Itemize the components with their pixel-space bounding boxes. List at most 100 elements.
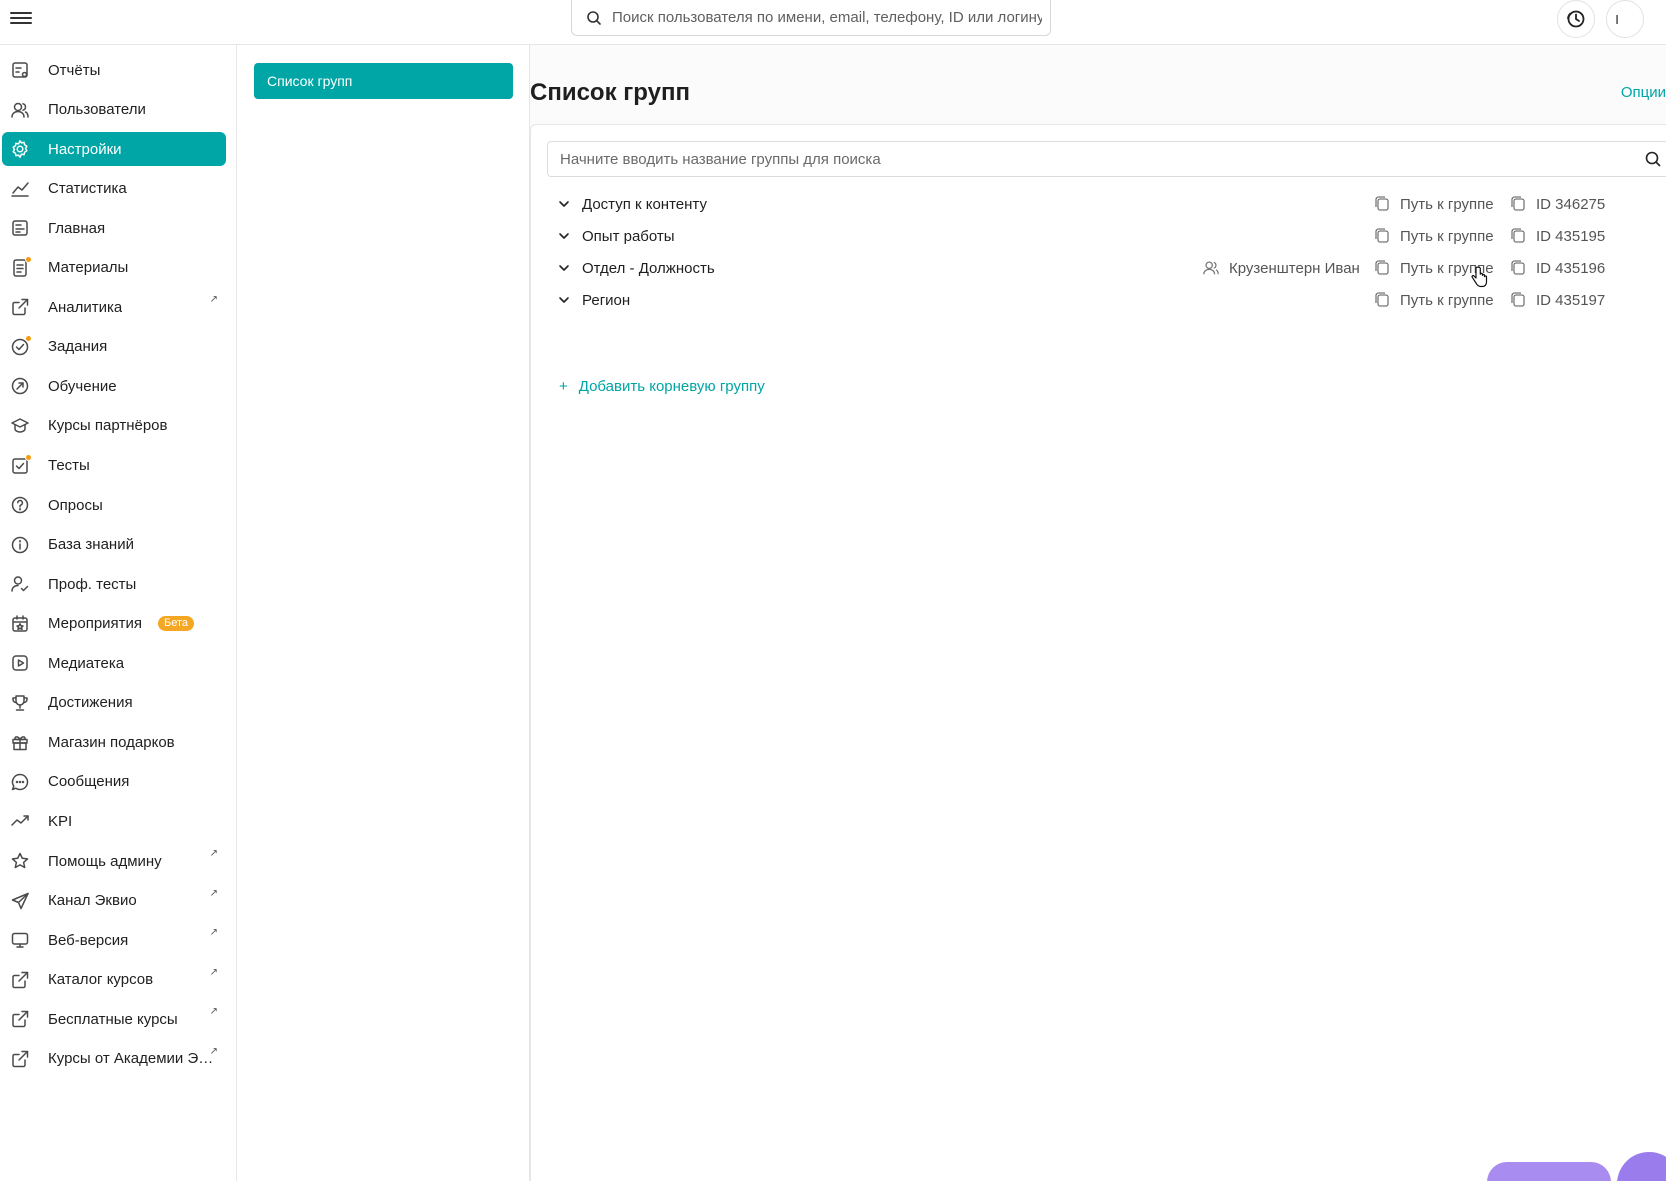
sidebar-item-label: Тесты [48,457,90,474]
sidebar-item-label: Настройки [48,140,122,158]
star-icon [9,850,31,872]
copy-group-path-button[interactable]: Путь к группе [1373,291,1494,309]
test-icon [9,453,32,477]
sidebar-item-1[interactable]: Отчёты [2,53,226,87]
copy-icon [1375,228,1389,243]
sidebar-item-label: Достижения [48,694,133,712]
sidebar-item-label: Проф. тесты [48,575,137,593]
copy-icon [1375,292,1389,307]
sidebar-item-15[interactable]: Мероприятия Бета [2,607,226,641]
copy-group-path-button[interactable]: Путь к группе [1373,195,1494,213]
external-link-icon: ↗ [209,848,218,859]
sidebar-item-label: Веб-версия [48,931,129,949]
sidebar-item-10[interactable]: Курсы партнёров [2,409,226,443]
copy-group-path-button[interactable]: Путь к группе [1373,227,1494,245]
external-link-icon: ↗ [209,927,218,939]
chevron-down-icon[interactable] [555,195,573,213]
copy-group-id-button[interactable]: ID 346275 [1509,195,1605,213]
external-icon [9,969,31,991]
user-search-input[interactable] [612,9,1042,26]
chevron-down-icon[interactable] [555,291,573,309]
copy-group-id-button[interactable]: ID 435196 [1509,259,1605,277]
chevron-down-icon[interactable] [555,227,573,245]
sidebar-item-26[interactable]: Курсы от Академии Экв... ↗ [2,1042,226,1076]
sidebar-item-25[interactable]: Бесплатные курсы ↗ [2,1002,226,1036]
sidebar-item-16[interactable]: Медиатека [2,646,226,680]
copy-group-id-button[interactable]: ID 435195 [1509,227,1605,245]
copy-group-id-button[interactable]: ID 435197 [1509,291,1605,309]
sidebar-item-20[interactable]: KPI [2,804,226,838]
group-id-label: ID 435196 [1536,259,1606,277]
copy-group-path-label: Путь к группе [1400,227,1494,245]
profile-button[interactable]: I [1606,0,1644,38]
external-link-icon: ↗ [209,887,218,899]
copy-icon [1375,196,1389,211]
sidebar-item-label: Помощь админу [48,852,162,870]
gift-icon [9,731,31,753]
sidebar-item-8[interactable]: Задания [2,330,226,364]
sidebar-item-label: Аналитика [48,298,123,316]
sidebar-item-label: Мероприятия [48,615,143,633]
sidebar-item-12[interactable]: Опросы [2,488,226,522]
users-icon [9,99,31,121]
sidebar-item-label: Обучение [48,377,117,395]
notification-dot [25,334,32,342]
main-content: Список групп Опции Доступ к контенту Путь… [530,45,1666,1181]
group-name[interactable]: Отдел - Должность [582,260,715,277]
sidebar-item-6[interactable]: Материалы [2,251,226,285]
question-icon [9,494,31,516]
send-icon [9,890,31,912]
sidebar-item-14[interactable]: Проф. тесты [2,567,226,601]
chevron-down-icon[interactable] [555,259,573,277]
group-row: Опыт работы Путь к группе ID 435195 [555,221,1655,251]
sidebar-item-label: Опросы [48,496,103,514]
floating-action-button[interactable] [1487,1162,1611,1181]
graduation-cap-icon [9,415,31,437]
sidebar-item-21[interactable]: Помощь админу ↗ [2,844,226,878]
sidebar-item-2[interactable]: Пользователи [2,93,226,127]
group-id-label: ID 435197 [1536,291,1606,309]
sidebar-item-17[interactable]: Достижения [2,686,226,720]
line-chart-icon [9,178,31,200]
home-feed-icon [9,217,31,239]
submenu-item-group-list[interactable]: Список групп [254,63,513,99]
user-search-box[interactable] [571,0,1051,36]
sidebar-item-label: Каталог курсов [48,971,154,989]
sidebar-item-24[interactable]: Каталог курсов ↗ [2,963,226,997]
external-link-icon: ↗ [209,966,218,978]
group-name[interactable]: Регион [582,292,630,309]
search-icon[interactable] [1644,150,1662,168]
sidebar-item-label: Медиатека [48,654,125,672]
notification-dot [25,453,32,461]
sidebar-item-label: Канал Эквио [48,892,137,909]
sidebar-item-7[interactable]: Аналитика ↗ [2,290,226,324]
sidebar-item-11[interactable]: Тесты [2,449,226,483]
search-icon [587,10,601,25]
history-button[interactable] [1557,0,1595,38]
sidebar-item-4[interactable]: Статистика [2,172,226,206]
sidebar-item-5[interactable]: Главная [2,211,226,245]
add-root-group-button[interactable]: + Добавить корневую группу [559,378,765,395]
sidebar-item-label: Отчёты [48,61,101,79]
copy-icon [1511,228,1525,243]
group-search-box[interactable] [547,141,1666,177]
menu-burger-icon[interactable] [10,9,32,27]
sidebar-item-13[interactable]: База знаний [2,528,226,562]
group-search-input[interactable] [560,150,1620,168]
plus-icon: + [559,378,568,395]
external-icon [9,1048,31,1070]
options-link[interactable]: Опции [1621,84,1666,101]
sidebar-item-19[interactable]: Сообщения [2,765,226,799]
group-name[interactable]: Опыт работы [582,228,675,245]
sidebar-item-23[interactable]: Веб-версия ↗ [2,923,226,957]
copy-icon [1511,260,1525,275]
sidebar-item-9[interactable]: Обучение [2,369,226,403]
groups-card: Доступ к контенту Путь к группе ID 346275 О… [530,124,1666,1181]
sidebar-item-label: Курсы от Академии Экв... [48,1050,216,1068]
sidebar-item-3[interactable]: Настройки [2,132,226,167]
group-name[interactable]: Доступ к контенту [582,196,707,213]
sidebar-item-18[interactable]: Магазин подарков [2,725,226,759]
sidebar-item-22[interactable]: Канал Эквио ↗ [2,884,226,918]
history-icon [1567,10,1585,28]
trend-icon [9,810,31,832]
